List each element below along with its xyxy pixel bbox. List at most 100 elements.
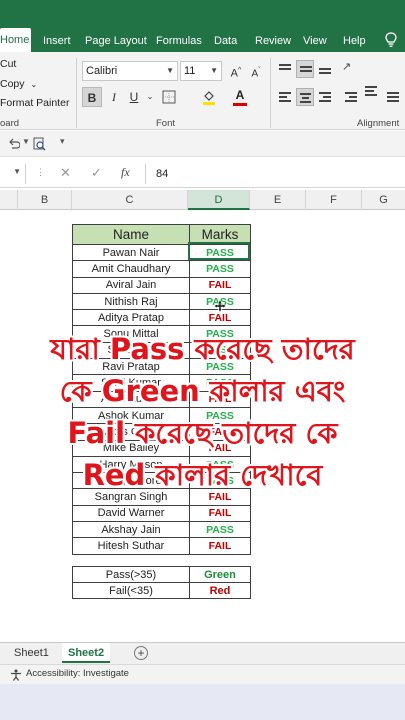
name-box[interactable]: ▼ [0, 164, 26, 184]
chevron-down-icon[interactable]: ⌄ [31, 80, 38, 89]
tab-help[interactable]: Help [343, 32, 366, 50]
legend-pass-label[interactable]: Pass(>35) [72, 566, 190, 583]
lightbulb-icon[interactable] [385, 32, 397, 48]
table-row: Amit Chaudhary PASS [72, 260, 251, 278]
student-name-cell[interactable]: Ankit Kumar [72, 390, 190, 408]
font-size-dropdown[interactable]: 11 ▼ [180, 61, 222, 81]
marks-table: Name Marks Pawan Nair PASS Amit Chaudhary P… [72, 224, 251, 555]
result-cell[interactable]: FAIL [189, 537, 251, 555]
result-cell[interactable]: FAIL [189, 504, 251, 523]
student-name-cell[interactable]: Shubham [72, 341, 190, 360]
result-cell[interactable]: PASS [189, 472, 251, 490]
result-cell[interactable]: FAIL [189, 488, 251, 506]
decrease-font-icon[interactable]: Aˇ [246, 61, 266, 81]
legend-fail-color[interactable]: Red [189, 582, 251, 599]
cut-button[interactable]: Cut [0, 58, 16, 70]
sheet-tab-sheet1[interactable]: Sheet1 [8, 643, 55, 663]
accessibility-status[interactable]: Accessibility: Investigate [26, 668, 129, 679]
tab-data[interactable]: Data [214, 32, 237, 50]
tab-review[interactable]: Review [255, 32, 291, 50]
align-bottom-icon[interactable] [316, 60, 334, 78]
result-cell[interactable]: PASS [189, 358, 251, 376]
insert-function-button[interactable]: fx [121, 165, 130, 180]
enter-icon[interactable]: ✓ [91, 165, 102, 181]
result-cell[interactable]: PASS [189, 521, 251, 539]
tab-view[interactable]: View [303, 32, 327, 50]
accessibility-icon[interactable] [10, 669, 22, 681]
align-center-icon[interactable] [296, 88, 314, 106]
tab-insert[interactable]: Insert [43, 32, 71, 50]
result-cell[interactable]: PASS [189, 260, 251, 278]
student-name-cell[interactable]: Pawan Nair [72, 243, 190, 262]
align-left-icon[interactable] [276, 88, 294, 106]
align-top-icon[interactable] [276, 60, 294, 78]
result-cell[interactable]: PASS [189, 406, 251, 425]
student-name-cell[interactable]: Sonu Mittal [72, 325, 190, 343]
student-name-cell[interactable]: Hitesh Suthar [72, 537, 190, 555]
student-name-cell[interactable]: Ashok Kumar [72, 406, 190, 425]
merge-center-icon[interactable] [384, 88, 402, 106]
column-header-b[interactable]: B [18, 190, 72, 210]
tab-page-layout[interactable]: Page Layout [85, 32, 147, 50]
result-cell[interactable]: FAIL [189, 276, 251, 294]
column-header-d[interactable]: D [188, 190, 250, 210]
cancel-icon[interactable]: ✕ [60, 165, 71, 181]
student-name-cell[interactable]: Sangran Singh [72, 488, 190, 506]
select-all[interactable] [0, 190, 18, 210]
align-right-icon[interactable] [316, 88, 334, 106]
result-cell[interactable]: FAIL [189, 309, 251, 327]
student-name-cell[interactable]: Ravi Pratap [72, 358, 190, 376]
customize-toolbar-icon[interactable]: ▾ [60, 136, 65, 147]
student-name-cell[interactable]: Akshay Jain [72, 521, 190, 539]
copy-button[interactable]: Copy ⌄ [0, 78, 37, 90]
header-name[interactable]: Name [72, 224, 190, 245]
orientation-icon[interactable]: ↗ [342, 60, 360, 78]
align-middle-icon[interactable] [296, 60, 314, 78]
font-color-icon[interactable]: A [230, 85, 250, 105]
tab-home[interactable]: Home [0, 28, 32, 52]
chevron-down-icon[interactable]: ⌄ [140, 87, 160, 107]
column-header-c[interactable]: C [72, 190, 188, 210]
borders-icon[interactable] [162, 90, 176, 104]
chevron-down-icon[interactable]: ▼ [22, 137, 30, 146]
italic-button[interactable]: I [104, 87, 124, 107]
column-header-e[interactable]: E [250, 190, 306, 210]
result-cell[interactable]: PASS [189, 341, 251, 360]
student-name-cell[interactable]: Harry Mason [72, 455, 190, 474]
student-name-cell[interactable]: Vikas Gupta [72, 423, 190, 441]
student-name-cell[interactable]: Aditya Pratap [72, 309, 190, 327]
result-cell[interactable]: FAIL [189, 439, 251, 457]
column-header-f[interactable]: F [306, 190, 362, 210]
print-preview-icon[interactable] [32, 137, 46, 151]
result-cell[interactable]: FAIL [189, 390, 251, 408]
sheet-tab-sheet2[interactable]: Sheet2 [62, 643, 111, 663]
legend-pass-color[interactable]: Green [189, 566, 251, 583]
student-name-cell[interactable]: Nithish Raj [72, 292, 190, 311]
student-name-cell[interactable]: Amit Chaudhary [72, 260, 190, 278]
result-cell[interactable]: PASS [189, 374, 251, 392]
result-cell[interactable]: FAIL [189, 423, 251, 441]
add-sheet-icon[interactable]: + [134, 646, 148, 660]
increase-font-icon[interactable]: A^ [226, 61, 246, 81]
formula-bar: ▼ ⋮ ✕ ✓ fx 84 [0, 160, 405, 188]
column-header-g[interactable]: G [362, 190, 405, 210]
student-name-cell[interactable]: Harry Moore [72, 472, 190, 490]
student-name-cell[interactable]: Mike Bailey [72, 439, 190, 457]
font-name-dropdown[interactable]: Calibri ▼ [82, 61, 178, 81]
result-cell[interactable]: PASS [189, 455, 251, 474]
worksheet-grid[interactable]: Name Marks Pawan Nair PASS Amit Chaudhary P… [0, 210, 405, 640]
formula-input[interactable]: 84 [145, 164, 405, 184]
fill-color-icon[interactable] [202, 89, 216, 105]
tab-formulas[interactable]: Formulas [156, 32, 202, 50]
more-icon[interactable]: ⋮ [36, 167, 45, 178]
bold-button[interactable]: B [82, 87, 102, 107]
student-name-cell[interactable]: David Warner [72, 504, 190, 523]
student-name-cell[interactable]: Aviral Jain [72, 276, 190, 294]
wrap-text-icon[interactable] [362, 82, 380, 100]
format-painter-button[interactable]: Format Painter [0, 97, 69, 109]
indent-icon[interactable] [342, 88, 360, 106]
student-name-cell[interactable]: Sunil Kumar [72, 374, 190, 392]
undo-icon[interactable] [8, 137, 20, 151]
legend-fail-label[interactable]: Fail(<35) [72, 582, 190, 599]
result-cell[interactable]: PASS [189, 325, 251, 343]
